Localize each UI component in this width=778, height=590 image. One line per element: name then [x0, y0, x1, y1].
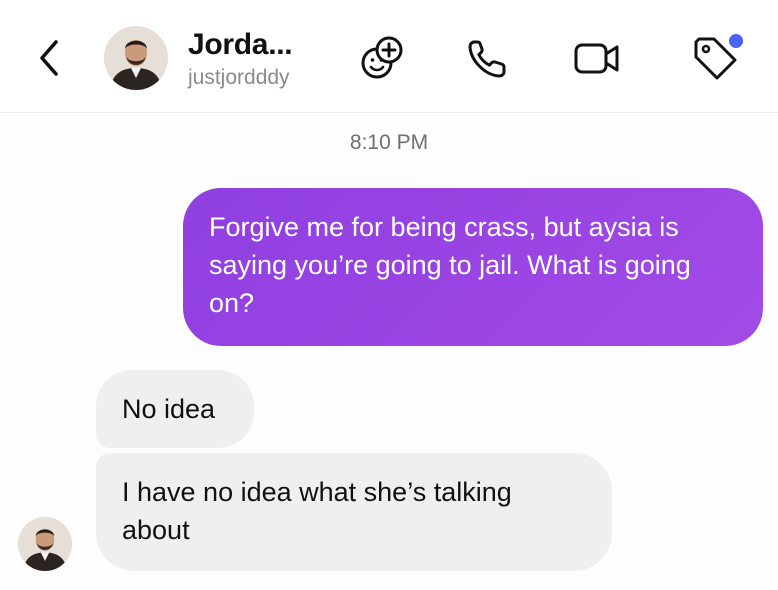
contact-username[interactable]: justjordddy	[188, 66, 290, 90]
incoming-message-bubble[interactable]: No idea	[96, 370, 254, 448]
chat-header: Jorda... justjordddy	[0, 0, 778, 113]
sender-avatar[interactable]	[18, 517, 72, 571]
back-button[interactable]	[32, 36, 68, 80]
contact-name[interactable]: Jorda...	[188, 28, 293, 62]
message-timestamp: 8:10 PM	[349, 131, 429, 154]
sticker-add-icon	[361, 36, 403, 79]
contact-avatar[interactable]	[104, 26, 168, 90]
notification-dot	[729, 34, 743, 48]
sticker-add-button[interactable]	[355, 30, 411, 86]
message-text: I have no idea what she’s talking about	[122, 477, 512, 545]
message-text: No idea	[122, 394, 216, 424]
avatar-photo	[18, 517, 72, 571]
chevron-left-icon	[40, 40, 58, 76]
video-call-button[interactable]	[570, 30, 626, 86]
message-text: Forgive me for being crass, but aysia is…	[209, 212, 691, 318]
outgoing-message-bubble[interactable]: Forgive me for being crass, but aysia is…	[183, 188, 763, 346]
avatar-photo	[104, 26, 168, 90]
phone-icon	[468, 40, 506, 78]
call-button[interactable]	[460, 30, 516, 86]
video-camera-icon	[574, 43, 619, 74]
incoming-message-bubble[interactable]: I have no idea what she’s talking about	[96, 453, 612, 571]
